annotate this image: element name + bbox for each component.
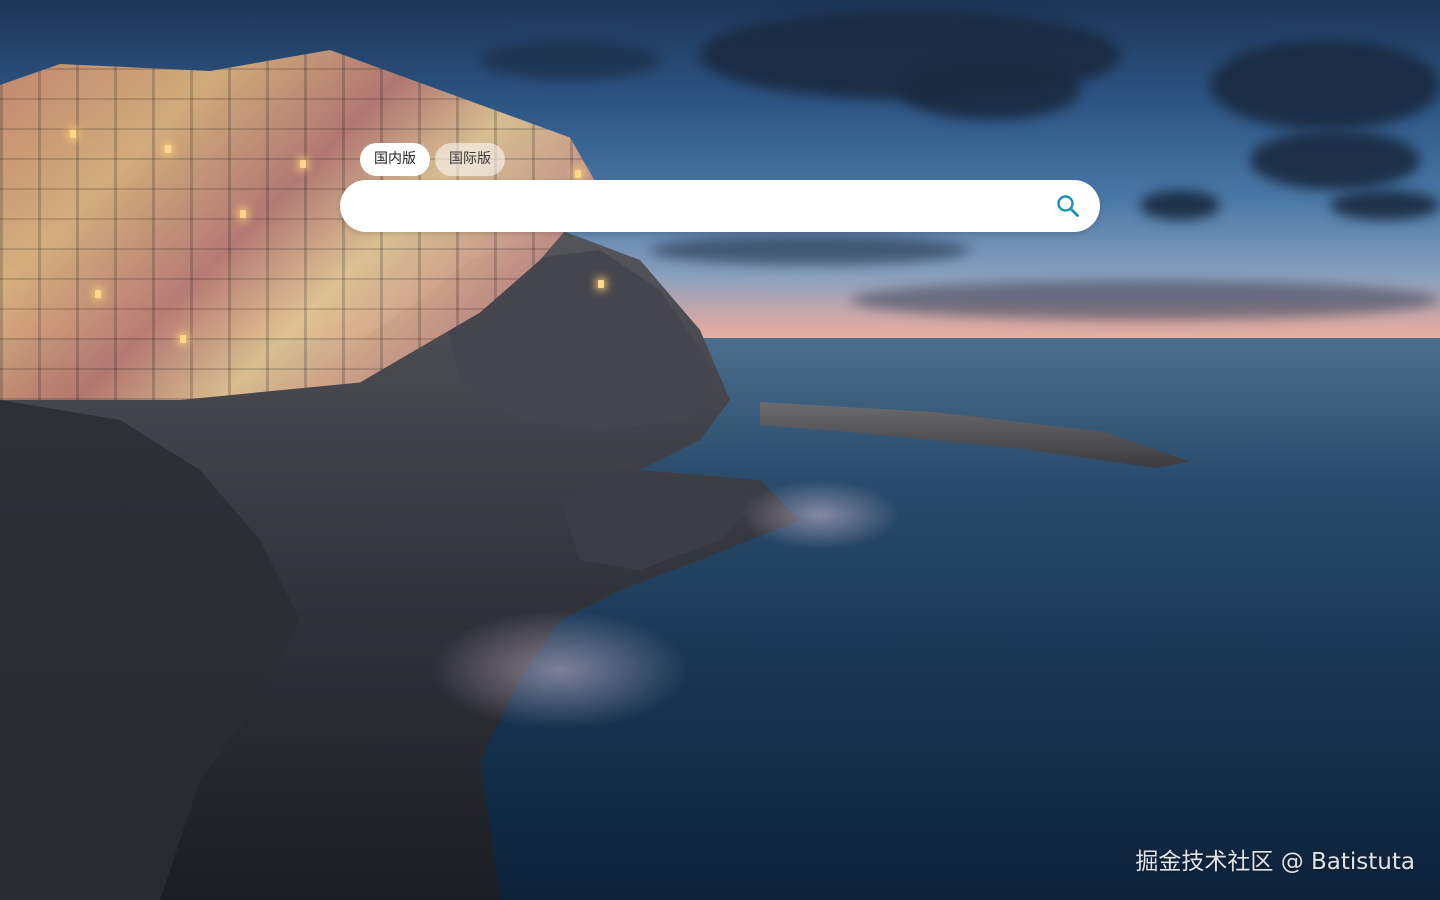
search-input[interactable] [364, 180, 1048, 234]
window-light [95, 290, 101, 298]
tab-international-version[interactable]: 国际版 [435, 143, 505, 176]
window-light [165, 145, 171, 153]
window-light [300, 160, 306, 168]
window-light [240, 210, 246, 218]
mist [430, 610, 690, 730]
version-tabs: 国内版 国际版 [360, 143, 505, 176]
background-photo [0, 0, 1440, 900]
search-icon [1057, 195, 1079, 217]
window-light [180, 335, 186, 343]
tab-domestic-version[interactable]: 国内版 [360, 143, 430, 176]
window-light [70, 130, 76, 138]
watermark-text: 掘金技术社区 @ Batistuta [1135, 849, 1415, 875]
search-button[interactable] [1054, 192, 1082, 220]
window-light [575, 170, 581, 178]
search-bar [340, 180, 1100, 234]
mist [740, 480, 900, 550]
window-light [598, 280, 604, 288]
